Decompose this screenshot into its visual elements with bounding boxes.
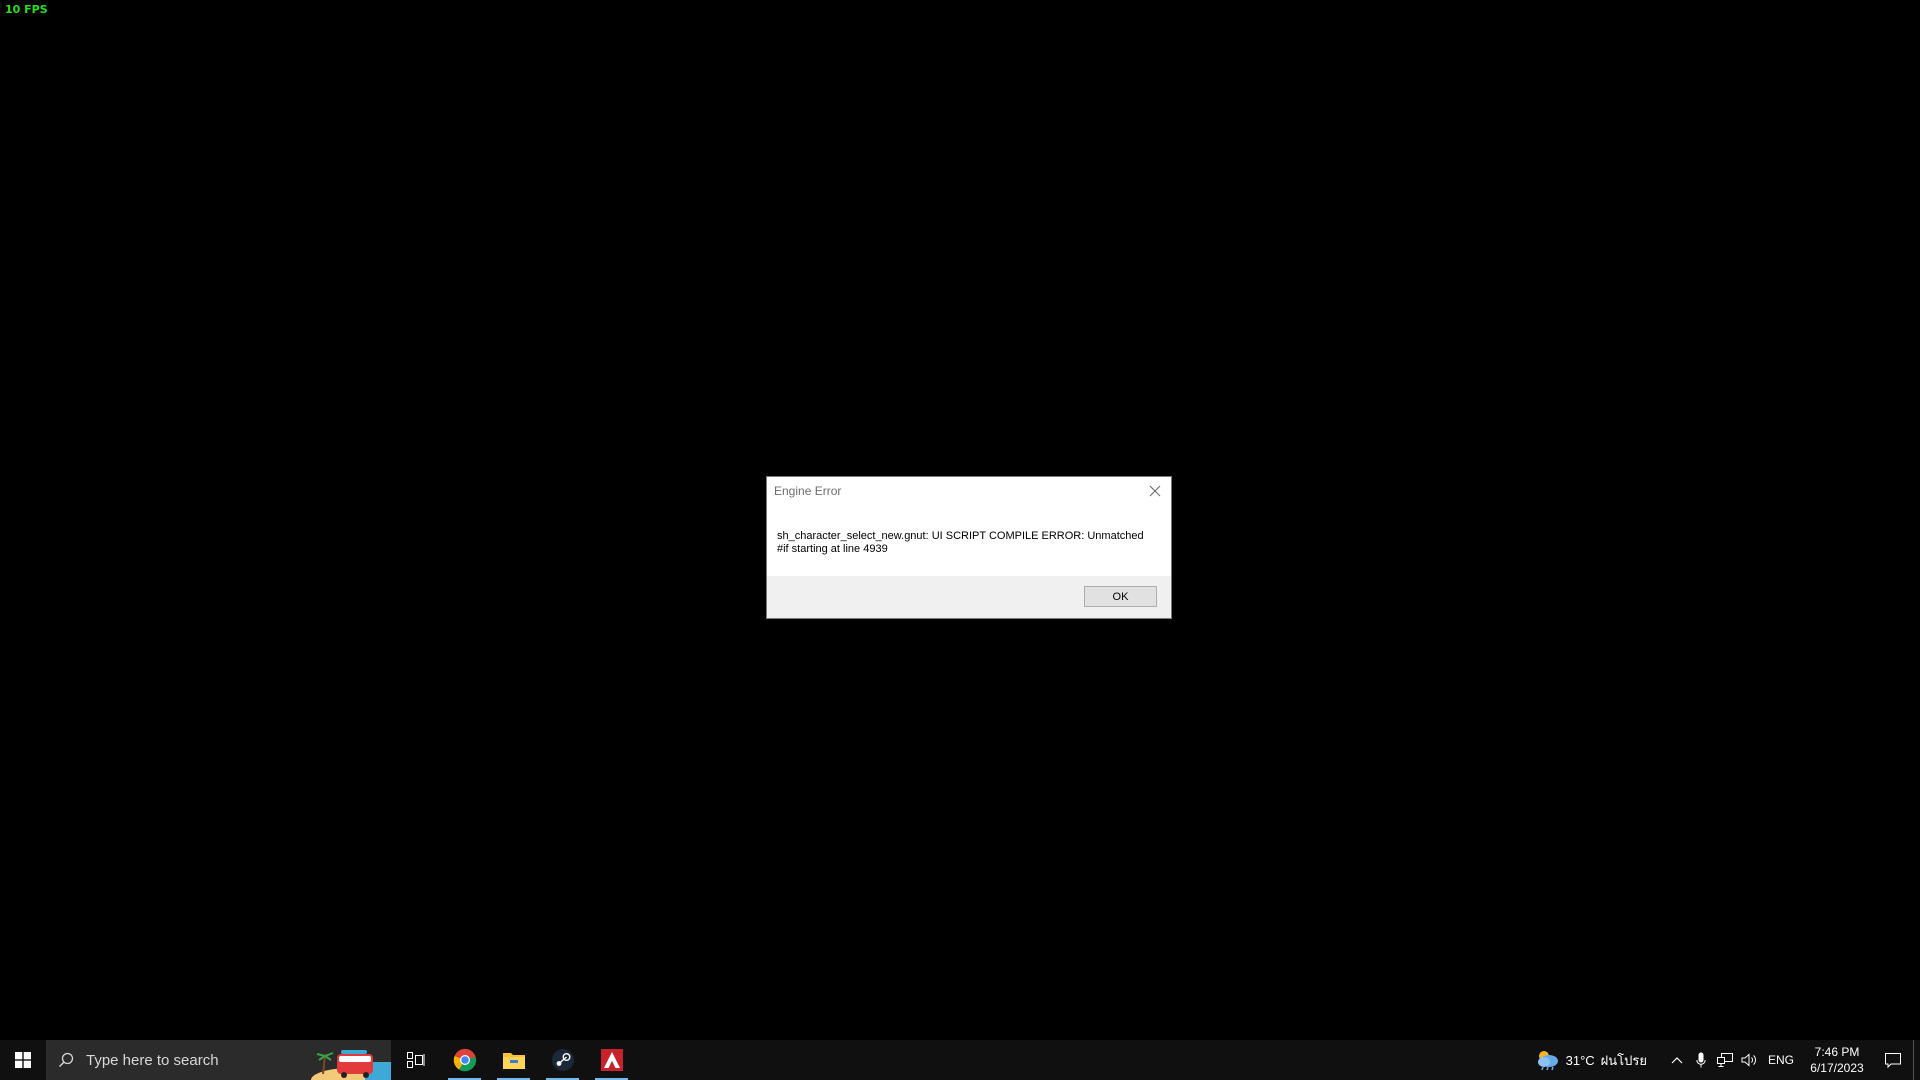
weather-widget[interactable]: 31°C ฝนโปรย <box>1534 1049 1647 1071</box>
search-box[interactable]: Type here to search <box>46 1040 391 1080</box>
network-tray[interactable] <box>1713 1040 1737 1080</box>
microphone-icon <box>1696 1052 1706 1068</box>
weather-description: ฝนโปรย <box>1600 1052 1647 1068</box>
microphone-tray[interactable] <box>1689 1040 1713 1080</box>
dialog-message-line1: sh_character_select_new.gnut: UI SCRIPT … <box>777 530 1144 542</box>
search-icon <box>59 1052 74 1067</box>
notification-icon <box>1885 1052 1901 1068</box>
system-tray: 31°C ฝนโปรย ENG 7:46 PM 6/17/2023 <box>1534 1040 1920 1080</box>
taskbar-steam[interactable] <box>538 1040 587 1080</box>
taskbar-file-explorer[interactable] <box>489 1040 538 1080</box>
chevron-up-icon <box>1671 1057 1683 1064</box>
action-center-button[interactable] <box>1873 1040 1913 1080</box>
taskbar-apex-legends[interactable] <box>587 1040 636 1080</box>
search-placeholder: Type here to search <box>86 1051 219 1069</box>
clock-time: 7:46 PM <box>1814 1045 1860 1059</box>
dialog-message: sh_character_select_new.gnut: UI SCRIPT … <box>777 530 1157 556</box>
show-hidden-icons-button[interactable] <box>1665 1040 1689 1080</box>
task-view-icon <box>406 1052 424 1068</box>
speaker-icon <box>1741 1053 1756 1067</box>
windows-logo-icon <box>15 1052 31 1068</box>
search-highlight-illustration <box>311 1040 391 1080</box>
clock[interactable]: 7:46 PM 6/17/2023 <box>1801 1044 1873 1076</box>
dialog-footer: OK <box>767 576 1171 618</box>
taskbar: Type here to search 31°C ฝนโปรย ENG 7:46… <box>0 1040 1920 1080</box>
dialog-title: Engine Error <box>774 484 842 498</box>
taskbar-task-view[interactable] <box>391 1040 440 1080</box>
ok-button[interactable]: OK <box>1084 586 1157 607</box>
steam-icon <box>551 1049 574 1071</box>
apex-icon <box>600 1049 623 1071</box>
clock-date: 6/17/2023 <box>1810 1061 1864 1075</box>
close-button[interactable] <box>1143 479 1167 503</box>
start-button[interactable] <box>0 1040 46 1080</box>
weather-rain-icon <box>1537 1051 1558 1071</box>
volume-tray[interactable] <box>1737 1040 1761 1080</box>
show-desktop-button[interactable] <box>1913 1040 1920 1080</box>
fps-counter: 10 FPS <box>5 3 48 16</box>
folder-icon <box>502 1053 525 1069</box>
weather-temperature: 31°C <box>1565 1052 1595 1068</box>
game-screen: 10 FPS Engine Error sh_character_select_… <box>0 0 1920 1080</box>
chrome-icon <box>453 1048 476 1072</box>
close-icon <box>1149 485 1161 497</box>
input-language-indicator[interactable]: ENG <box>1761 1053 1801 1067</box>
dialog-titlebar[interactable]: Engine Error <box>767 477 1171 505</box>
network-icon <box>1717 1053 1733 1067</box>
taskbar-chrome[interactable] <box>440 1040 489 1080</box>
engine-error-dialog: Engine Error sh_character_select_new.gnu… <box>766 476 1172 619</box>
dialog-message-line2: #if starting at line 4939 <box>777 543 888 555</box>
